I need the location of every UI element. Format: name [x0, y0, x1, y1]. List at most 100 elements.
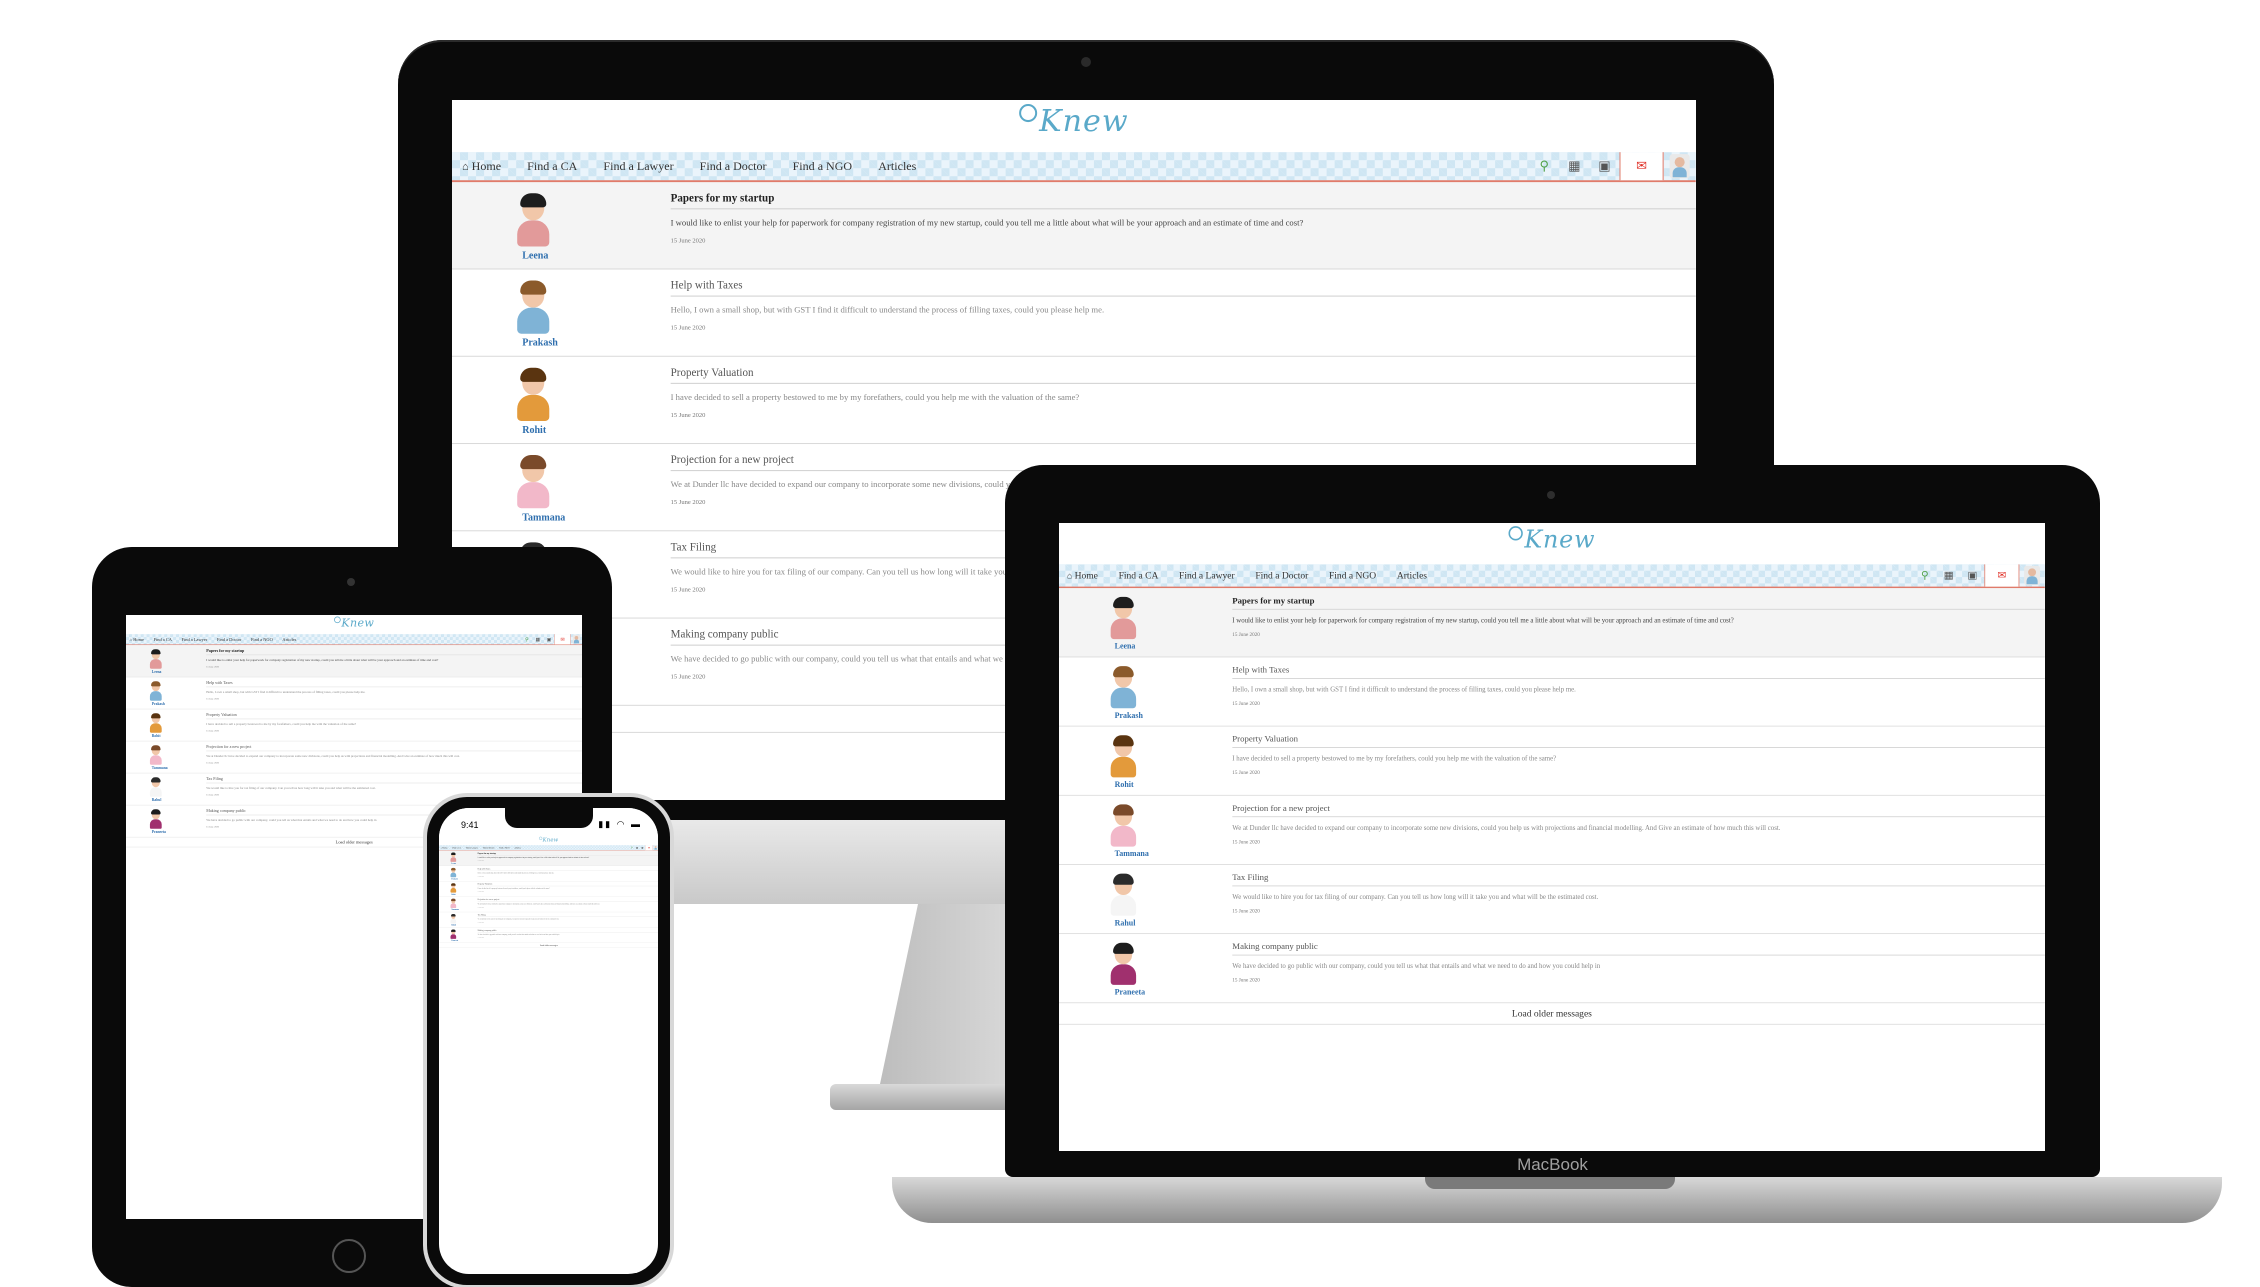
sender-name[interactable]: Tammana [152, 766, 168, 770]
message-row[interactable]: Tammana Projection for a new project We … [439, 897, 658, 913]
mail-icon[interactable]: ✉ [645, 845, 653, 851]
message-row[interactable]: Leena Papers for my startup I would like… [439, 850, 658, 866]
nav-find-doctor[interactable]: Find a Doctor [1255, 570, 1308, 582]
sender-name[interactable]: Tammana [522, 512, 565, 523]
nav-home[interactable]: ⌂Home [462, 159, 501, 174]
load-older-button[interactable]: Load older messages [1059, 1003, 2045, 1025]
calendar-icon[interactable]: ▦ [1559, 158, 1589, 174]
nav-find-doctor[interactable]: Find a Doctor [483, 846, 495, 849]
avatar-hair [1113, 735, 1134, 747]
message-row[interactable]: Prakash Help with Taxes Hello, I own a s… [439, 866, 658, 882]
calendar-icon[interactable]: ▦ [532, 636, 543, 642]
sender-name[interactable]: Leena [1115, 642, 1136, 651]
nav-find-lawyer[interactable]: Find a Lawyer [603, 159, 673, 174]
message-row[interactable]: Rohit Property Valuation I have decided … [439, 881, 658, 897]
nav-home[interactable]: ⌂Home [441, 846, 448, 849]
message-row[interactable]: Tammana Projection for a new project We … [126, 741, 582, 774]
nav-find-doctor[interactable]: Find a Doctor [217, 637, 242, 643]
search-icon[interactable]: ⚲ [1529, 158, 1559, 174]
message-row[interactable]: Rohit Property Valuation I have decided … [126, 709, 582, 742]
sender-name[interactable]: Prakash [152, 702, 165, 706]
message-content: Help with Taxes Hello, I own a small sho… [477, 868, 658, 877]
sender-name[interactable]: Praneeta [152, 830, 166, 834]
message-row[interactable]: Leena Papers for my startup I would like… [452, 182, 1696, 270]
sender-name[interactable]: Rohit [1115, 781, 1134, 790]
message-preview: Hello, I own a small shop, but with GST … [670, 304, 1105, 315]
message-row[interactable]: Praneeta Making company public We have d… [439, 928, 658, 943]
message-row[interactable]: Prakash Help with Taxes Hello, I own a s… [1059, 657, 2045, 727]
sender-name[interactable]: Rohit [522, 425, 546, 436]
sender-name[interactable]: Praneeta [451, 940, 458, 942]
sender-name[interactable]: Rahul [152, 798, 162, 802]
brand-logo[interactable]: Knew [539, 836, 558, 843]
nav-home[interactable]: ⌂Home [130, 637, 144, 643]
sender-name[interactable]: Rahul [451, 924, 456, 926]
nav-articles[interactable]: Articles [1397, 570, 1427, 582]
profile-avatar[interactable] [1669, 154, 1690, 179]
brand-logo[interactable]: Knew [1019, 104, 1128, 139]
avatar-hair [1113, 804, 1134, 816]
nav-find-ngo[interactable]: Find a NGO [793, 159, 853, 174]
message-date: 15 June 2020 [477, 860, 484, 862]
nav-find-ngo[interactable]: Find a NGO [1329, 570, 1376, 582]
sender-name[interactable]: Prakash [522, 338, 558, 349]
calendar-check-icon[interactable]: ▣ [1589, 158, 1619, 174]
calendar-check-icon[interactable]: ▣ [1961, 569, 1985, 582]
calendar-check-icon[interactable]: ▣ [543, 636, 554, 642]
search-icon[interactable]: ⚲ [521, 636, 532, 642]
sender-name[interactable]: Leena [152, 670, 162, 674]
profile-avatar[interactable] [2024, 565, 2041, 586]
sender-name[interactable]: Praneeta [1115, 988, 1145, 997]
load-older-button[interactable]: Load older messages [439, 943, 658, 948]
nav-find-ca[interactable]: Find a CA [527, 159, 577, 174]
message-row[interactable]: Prakash Help with Taxes Hello, I own a s… [126, 677, 582, 710]
nav-find-lawyer[interactable]: Find a Lawyer [466, 846, 478, 849]
message-preview: We have decided to go public with our co… [1232, 961, 1601, 970]
message-row[interactable]: Rahul Tax Filing We would like to hire y… [439, 912, 658, 928]
message-row[interactable]: Leena Papers for my startup I would like… [1059, 588, 2045, 658]
profile-avatar[interactable] [572, 634, 581, 644]
nav-find-ca[interactable]: Find a CA [154, 637, 172, 643]
nav-find-ca[interactable]: Find a CA [452, 846, 461, 849]
nav-find-ca[interactable]: Find a CA [1119, 570, 1159, 582]
nav-find-lawyer[interactable]: Find a Lawyer [1179, 570, 1235, 582]
sender-name[interactable]: Prakash [451, 878, 457, 880]
calendar-icon[interactable]: ▦ [1937, 569, 1961, 582]
nav-find-ngo[interactable]: Find a NGO [499, 846, 510, 849]
sender-name[interactable]: Rohit [451, 893, 455, 895]
message-row[interactable]: Rohit Property Valuation I have decided … [452, 357, 1696, 445]
nav-find-lawyer[interactable]: Find a Lawyer [182, 637, 208, 643]
message-content: Help with Taxes Hello, I own a small sho… [1232, 665, 2045, 707]
search-icon[interactable]: ⚲ [1913, 569, 1937, 582]
profile-avatar[interactable] [653, 845, 658, 850]
message-row[interactable]: Tammana Projection for a new project We … [1059, 796, 2045, 865]
mail-icon[interactable]: ✉ [554, 634, 571, 645]
logo-icon [1019, 104, 1038, 123]
message-row[interactable]: Prakash Help with Taxes Hello, I own a s… [452, 270, 1696, 357]
nav-find-ngo[interactable]: Find a NGO [251, 637, 273, 643]
nav-find-doctor[interactable]: Find a Doctor [700, 159, 767, 174]
ipad-home-button[interactable] [332, 1239, 366, 1273]
sender-name[interactable]: Prakash [1115, 711, 1143, 720]
web-app: Knew ⌂Home Find a CA Find a Lawyer Find … [439, 836, 658, 948]
brand-logo[interactable]: Knew [1508, 526, 1596, 554]
message-row[interactable]: Praneeta Making company public We have d… [1059, 934, 2045, 1004]
sender-name[interactable]: Rohit [152, 734, 161, 738]
message-row[interactable]: Rahul Tax Filing We would like to hire y… [1059, 865, 2045, 935]
nav-home[interactable]: ⌂Home [1067, 570, 1098, 582]
message-row[interactable]: Leena Papers for my startup I would like… [126, 645, 582, 678]
message-row[interactable]: Rohit Property Valuation I have decided … [1059, 727, 2045, 796]
sender-name[interactable]: Tammana [1115, 850, 1149, 859]
nav-articles[interactable]: Articles [514, 846, 521, 849]
sender-name[interactable]: Tammana [451, 909, 459, 911]
sender-name[interactable]: Leena [522, 250, 548, 261]
message-subject: Tax Filing [206, 777, 582, 784]
sender-name[interactable]: Leena [451, 863, 456, 865]
nav-articles[interactable]: Articles [282, 637, 296, 643]
sender-name[interactable]: Rahul [1115, 919, 1136, 928]
brand-logo[interactable]: Knew [334, 616, 374, 629]
avatar-hair [520, 280, 547, 295]
mail-icon[interactable]: ✉ [1619, 152, 1664, 181]
nav-articles[interactable]: Articles [878, 159, 916, 174]
mail-icon[interactable]: ✉ [1984, 564, 2020, 587]
